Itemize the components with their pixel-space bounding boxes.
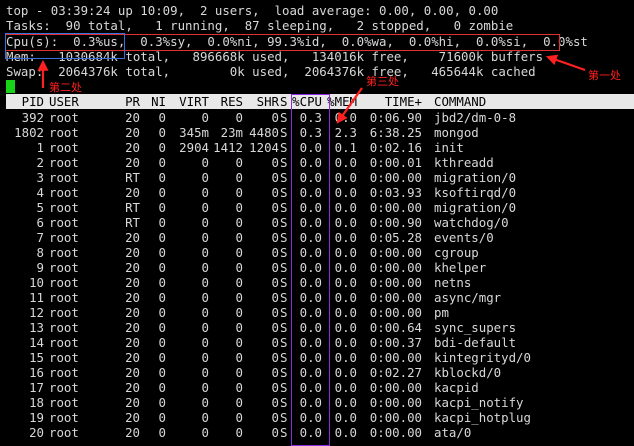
arrow-third bbox=[336, 87, 363, 124]
arrow-first bbox=[545, 54, 586, 72]
annotation-arrows bbox=[37, 54, 586, 124]
annotation-second: 第二处 bbox=[49, 81, 82, 94]
annotation-first: 第一处 bbox=[588, 69, 621, 82]
annotation-third: 第三处 bbox=[366, 75, 399, 88]
